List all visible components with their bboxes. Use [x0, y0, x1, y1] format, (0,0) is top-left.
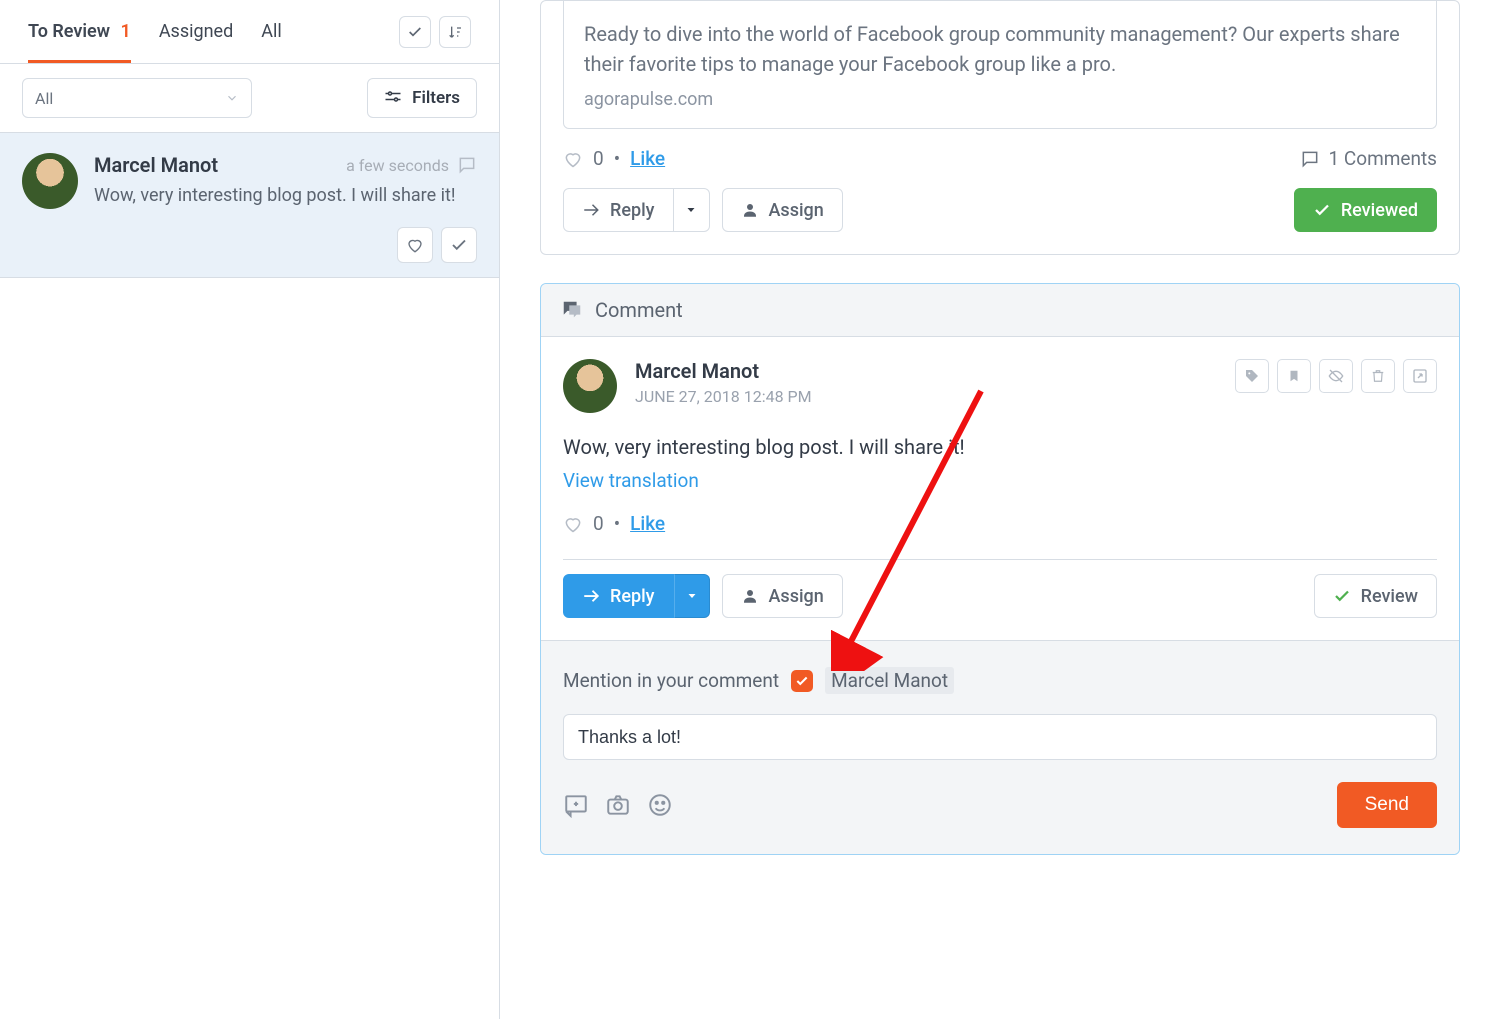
like-count: 0	[593, 512, 604, 535]
reply-input[interactable]	[563, 714, 1437, 760]
divider	[563, 559, 1437, 560]
link-preview-domain: agorapulse.com	[584, 89, 1416, 110]
mention-label: Mention in your comment	[563, 669, 779, 692]
comment-meta: 0 • Like	[563, 512, 1437, 545]
list-item-name: Marcel Manot	[94, 153, 218, 177]
sliders-icon	[384, 89, 402, 107]
review-button[interactable]: Review	[1314, 574, 1437, 618]
mention-checkbox[interactable]	[791, 670, 813, 692]
reply-button[interactable]: Reply	[563, 574, 674, 618]
emoji-icon[interactable]	[647, 792, 673, 818]
saved-reply-icon[interactable]	[563, 792, 589, 818]
review-check-button[interactable]	[441, 227, 477, 263]
user-icon	[741, 587, 759, 605]
link-preview[interactable]: Ready to dive into the world of Facebook…	[563, 1, 1437, 129]
inbox-tabs: To Review 1 Assigned All	[0, 0, 499, 64]
avatar	[563, 359, 617, 413]
comment-header: Comment	[541, 284, 1459, 337]
bookmark-button[interactable]	[1277, 359, 1311, 393]
filters-button[interactable]: Filters	[367, 78, 477, 118]
heart-icon	[563, 514, 583, 534]
list-item-time: a few seconds	[346, 156, 449, 175]
sort-button[interactable]	[439, 16, 471, 48]
tab-to-review[interactable]: To Review 1	[28, 1, 131, 63]
tab-assigned[interactable]: Assigned	[159, 1, 233, 63]
like-link[interactable]: Like	[630, 147, 665, 170]
assign-button[interactable]: Assign	[722, 574, 843, 618]
filters-label: Filters	[412, 88, 460, 108]
comment-header-label: Comment	[595, 298, 683, 322]
comment-date: JUNE 27, 2018 12:48 PM	[635, 387, 812, 406]
hide-button[interactable]	[1319, 359, 1353, 393]
mention-name[interactable]: Marcel Manot	[825, 667, 954, 694]
post-meta: 0 • Like 1 Comments	[563, 129, 1437, 188]
delete-button[interactable]	[1361, 359, 1395, 393]
comment-text: Wow, very interesting blog post. I will …	[563, 435, 1437, 459]
camera-icon[interactable]	[605, 792, 631, 818]
reply-dropdown[interactable]	[674, 574, 710, 618]
filter-row: All Filters	[0, 64, 499, 133]
view-translation-link[interactable]: View translation	[563, 469, 1437, 492]
filter-select-value: All	[35, 89, 53, 108]
chevron-down-icon	[225, 91, 239, 105]
reply-button[interactable]: Reply	[563, 188, 674, 232]
like-link[interactable]: Like	[630, 512, 665, 535]
reply-arrow-icon	[582, 201, 600, 219]
comment-icon	[561, 299, 583, 321]
heart-icon	[563, 149, 583, 169]
avatar	[22, 153, 78, 209]
comment-icon	[1300, 149, 1320, 169]
comment-actions-row: Reply Assign	[563, 574, 1437, 618]
link-preview-text: Ready to dive into the world of Facebook…	[584, 19, 1416, 79]
check-icon	[1313, 201, 1331, 219]
comment-icon	[457, 155, 477, 175]
mark-all-reviewed-button[interactable]	[399, 16, 431, 48]
list-item-preview: Wow, very interesting blog post. I will …	[94, 185, 477, 206]
comment-author[interactable]: Marcel Manot	[635, 359, 812, 383]
list-item[interactable]: Marcel Manot a few seconds Wow, very int…	[0, 133, 499, 278]
reviewed-button[interactable]: Reviewed	[1294, 188, 1437, 232]
tag-button[interactable]	[1235, 359, 1269, 393]
tab-label: To Review	[28, 21, 110, 42]
reply-dropdown[interactable]	[674, 188, 710, 232]
open-external-button[interactable]	[1403, 359, 1437, 393]
assign-button[interactable]: Assign	[722, 188, 843, 232]
reply-arrow-icon	[582, 587, 600, 605]
check-icon	[1333, 587, 1351, 605]
filter-select[interactable]: All	[22, 78, 252, 118]
post-card: Ready to dive into the world of Facebook…	[540, 0, 1460, 255]
user-icon	[741, 201, 759, 219]
reply-area: Mention in your comment Marcel Manot	[541, 640, 1459, 854]
send-button[interactable]: Send	[1337, 782, 1437, 828]
tab-all[interactable]: All	[261, 1, 282, 63]
like-count: 0	[593, 147, 604, 170]
tab-count: 1	[121, 21, 131, 42]
comments-count[interactable]: 1 Comments	[1300, 147, 1437, 170]
post-actions: Reply Assign Reviewed	[563, 188, 1437, 232]
comment-card: Comment Marcel Manot JUNE 27, 2018 12:48…	[540, 283, 1460, 855]
like-button[interactable]	[397, 227, 433, 263]
